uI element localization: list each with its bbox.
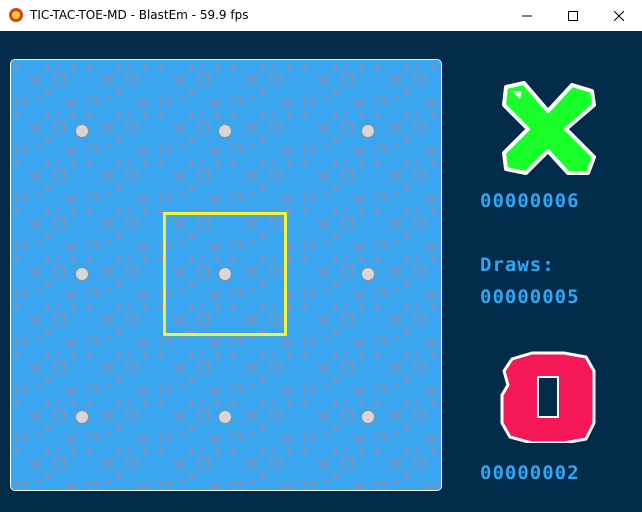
window-titlebar[interactable]: TIC-TAC-TOE-MD - BlastEm - 59.9 fps (0, 0, 642, 31)
player-x-icon (502, 81, 596, 175)
draws-label: Draws: (480, 254, 555, 276)
selection-cursor (163, 212, 287, 336)
empty-cell-marker (361, 124, 375, 138)
empty-cell-marker (75, 124, 89, 138)
empty-cell-marker (218, 410, 232, 424)
empty-cell-marker (361, 410, 375, 424)
player-x-score: 00000006 (480, 190, 580, 212)
board-cell-9[interactable] (297, 346, 440, 489)
game-screen: 00000006 Draws: 00000005 00000002 (0, 31, 642, 512)
board-cell-6[interactable] (297, 203, 440, 346)
scoreboard: 00000006 Draws: 00000005 00000002 (470, 31, 642, 512)
empty-cell-marker (218, 124, 232, 138)
board-cell-3[interactable] (297, 60, 440, 203)
empty-cell-marker (75, 267, 89, 281)
window-title: TIC-TAC-TOE-MD - BlastEm - 59.9 fps (30, 8, 249, 22)
game-board (10, 59, 442, 491)
blastem-app-icon (9, 8, 23, 22)
minimize-icon (522, 15, 532, 16)
close-button[interactable] (596, 0, 642, 31)
board-cell-4[interactable] (11, 203, 154, 346)
empty-cell-marker (75, 410, 89, 424)
maximize-button[interactable] (550, 0, 596, 31)
draws-score: 00000005 (480, 286, 580, 308)
board-cell-8[interactable] (154, 346, 297, 489)
empty-cell-marker (361, 267, 375, 281)
board-cell-2[interactable] (154, 60, 297, 203)
player-o-icon (500, 351, 596, 443)
close-icon (614, 10, 624, 21)
maximize-icon (568, 10, 578, 21)
board-cell-1[interactable] (11, 60, 154, 203)
minimize-button[interactable] (504, 0, 550, 31)
player-o-score: 00000002 (480, 462, 580, 484)
board-cell-7[interactable] (11, 346, 154, 489)
